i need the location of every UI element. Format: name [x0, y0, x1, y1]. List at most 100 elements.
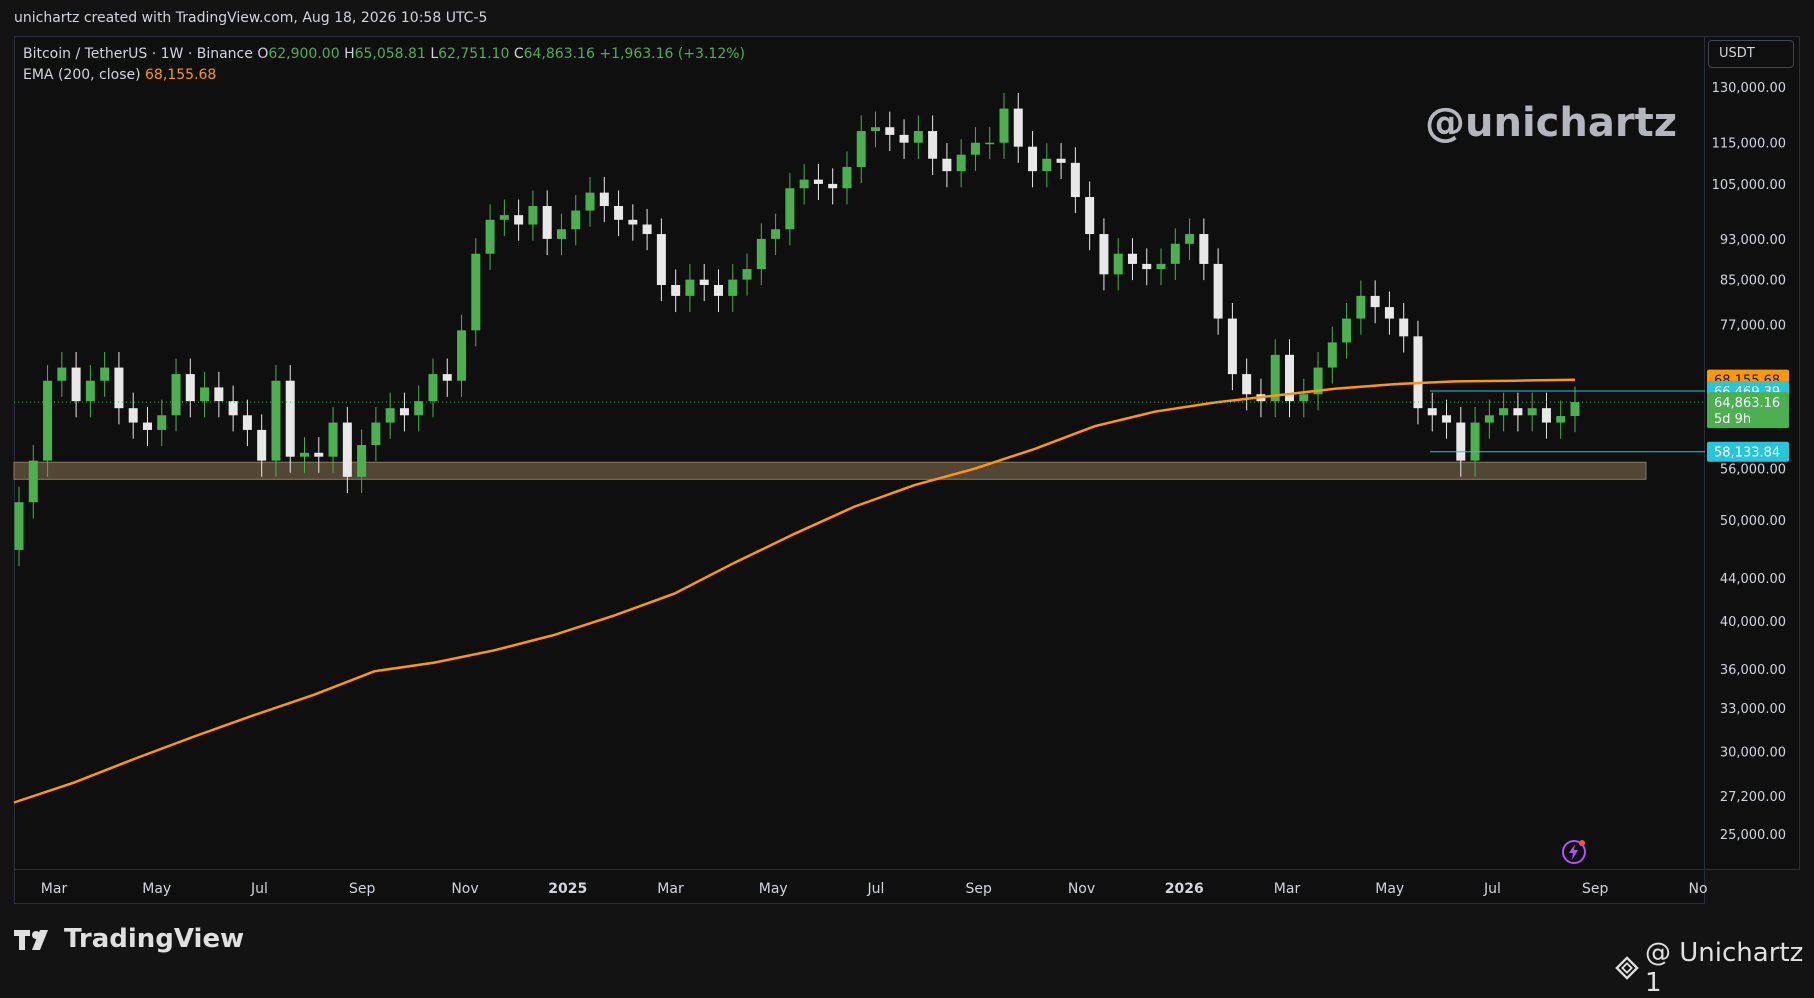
candle-body	[371, 422, 381, 446]
low-label: L	[430, 46, 439, 62]
candle-body	[642, 224, 652, 235]
candle-body	[599, 192, 609, 207]
y-tick-label: 85,000.00	[1720, 274, 1786, 289]
candle-body	[899, 134, 909, 143]
x-tick-label: Nov	[451, 881, 478, 897]
candle-body	[1527, 408, 1537, 416]
candle-body	[85, 380, 95, 402]
candle-body	[28, 460, 38, 503]
candle-body	[142, 422, 152, 430]
countdown-label: 5d 9h	[1714, 412, 1751, 427]
candle-body	[785, 188, 795, 230]
candle-body	[1242, 374, 1252, 395]
candle-body	[1085, 197, 1095, 235]
candle-body	[1199, 234, 1209, 264]
lightning-alert-icon[interactable]	[1560, 838, 1588, 866]
candle-body	[528, 206, 538, 225]
author-credit-text: @ Unichartz 1	[1645, 938, 1804, 998]
candle-body	[314, 452, 324, 457]
candle-body	[1442, 415, 1452, 423]
x-tick-label: Sep	[349, 881, 376, 897]
watermark-handle: @unichartz	[1425, 100, 1677, 146]
candle-body	[614, 206, 624, 220]
candle-body	[1427, 408, 1437, 416]
candle-body	[257, 429, 267, 461]
candle-body	[157, 415, 167, 430]
y-tick-label: 105,000.00	[1712, 178, 1786, 193]
candle-body	[14, 502, 24, 550]
candle-body	[1299, 394, 1309, 402]
candle-body	[43, 380, 53, 461]
candle-body	[171, 374, 181, 416]
candle-body	[328, 422, 338, 457]
candle-body	[928, 131, 938, 159]
symbol-label[interactable]: Bitcoin / TetherUS · 1W · Binance	[23, 46, 253, 62]
candle-body	[756, 238, 766, 270]
candle-body	[342, 422, 352, 477]
candle-body	[1156, 263, 1166, 270]
x-tick-label: Jul	[1483, 881, 1501, 897]
y-tick-label: 50,000.00	[1720, 514, 1786, 529]
price-label-text: 64,863.16	[1714, 396, 1780, 411]
candle-body	[1070, 162, 1080, 198]
low-value: 62,751.10	[438, 46, 510, 62]
x-tick-label: Sep	[966, 881, 993, 897]
candle-body	[514, 215, 524, 225]
candle-body	[970, 142, 980, 155]
high-value: 65,058.81	[354, 46, 426, 62]
currency-button[interactable]: USDT	[1708, 40, 1794, 68]
candle-body	[1013, 108, 1023, 147]
candle-body	[1327, 342, 1337, 368]
candle-body	[771, 229, 781, 239]
candle-body	[1056, 158, 1066, 163]
ohlc-row: Bitcoin / TetherUS · 1W · Binance O62,90…	[23, 44, 745, 65]
x-tick-label: May	[142, 881, 171, 897]
candle-body	[471, 253, 481, 331]
candle-body	[300, 452, 310, 457]
candle-body	[228, 401, 238, 416]
y-tick-label: 27,200.00	[1720, 790, 1786, 805]
chart-legend: Bitcoin / TetherUS · 1W · Binance O62,90…	[23, 44, 745, 86]
y-tick-label: 36,000.00	[1720, 663, 1786, 678]
candle-body	[100, 367, 110, 381]
candle-body	[985, 142, 995, 145]
close-label: C	[513, 46, 524, 62]
candle-body	[656, 234, 666, 285]
candle-body	[956, 154, 966, 172]
y-tick-label: 44,000.00	[1720, 572, 1786, 587]
candle-body	[942, 158, 952, 172]
candle-body	[713, 284, 723, 296]
candle-body	[1399, 318, 1409, 337]
candle-body	[1185, 234, 1195, 244]
price-label-text: 58,133.84	[1714, 446, 1780, 461]
candle-body	[185, 374, 195, 402]
y-tick-label: 30,000.00	[1720, 745, 1786, 760]
candle-body	[842, 166, 852, 189]
ema-row: EMA (200, close) 68,155.68	[23, 65, 745, 86]
candle-body	[1342, 318, 1352, 343]
candle-body	[285, 380, 295, 457]
candle-body	[699, 279, 709, 285]
candle-body	[671, 284, 681, 296]
candle-body	[1028, 146, 1038, 172]
candle-body	[871, 127, 881, 132]
candle-body	[1570, 402, 1580, 417]
candle-body	[1042, 158, 1052, 172]
author-credit: @ Unichartz 1	[1615, 938, 1814, 998]
tradingview-brand[interactable]: TradingView	[14, 924, 244, 954]
candle-body	[685, 279, 695, 296]
ema-label[interactable]: EMA (200, close)	[23, 67, 141, 83]
candle-body	[1413, 336, 1423, 409]
candle-body	[1470, 422, 1480, 461]
candle-body	[913, 131, 923, 143]
candle-body	[885, 127, 895, 135]
close-value: 64,863.16	[523, 46, 595, 62]
candle-body	[1227, 318, 1237, 375]
candle-body	[414, 401, 424, 416]
change-value: +1,963.16 (+3.12%)	[599, 46, 745, 62]
x-tick-label: Mar	[657, 881, 684, 897]
brand-name: TradingView	[64, 924, 245, 954]
x-tick-label: May	[1375, 881, 1404, 897]
candle-body	[813, 179, 823, 184]
candle-body	[1099, 234, 1109, 275]
